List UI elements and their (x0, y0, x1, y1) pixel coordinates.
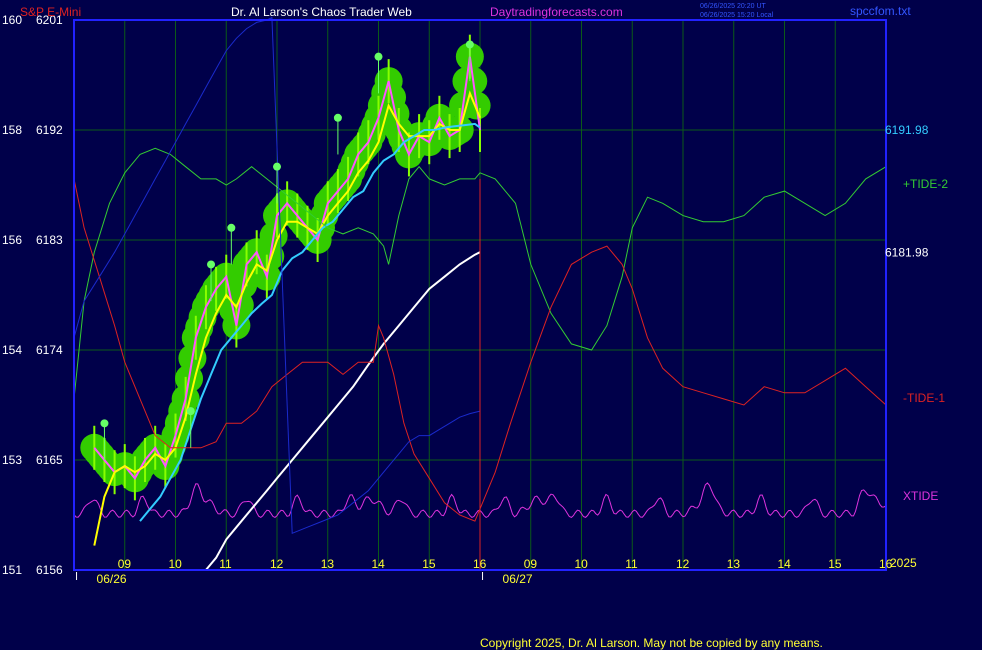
data-file-name: spccfom.txt (850, 4, 911, 18)
x-tick-label: 14 (372, 557, 386, 571)
y-tick-price: 6183 (36, 233, 63, 247)
signal-dot (273, 162, 281, 171)
x-tick-label: 15 (422, 557, 436, 571)
site-title: Dr. Al Larson's Chaos Trader Web (231, 5, 412, 19)
x-tick-label: 09 (524, 557, 538, 571)
ema-fast-line (93, 90, 481, 546)
x-tick-label: 14 (778, 557, 792, 571)
instrument-title: S&P E-Mini (20, 5, 81, 19)
x-tick-label: 16 (473, 557, 487, 571)
right-label: +TIDE-2 (903, 177, 948, 191)
date-label: 06/27 (503, 572, 533, 586)
x-tick-label: 15 (828, 557, 842, 571)
y-tick-left: 158 (2, 123, 22, 137)
right-label: XTIDE (903, 489, 938, 503)
x-tick-label: 12 (270, 557, 284, 571)
y-tick-left: 151 (2, 563, 22, 577)
right-label: 6191.98 (885, 123, 929, 137)
signal-dot (186, 407, 195, 416)
x-tick-label: 09 (118, 557, 132, 571)
y-tick-price: 6165 (36, 453, 63, 467)
x-tick-label: 10 (575, 557, 589, 571)
signal-dot (333, 113, 342, 122)
right-label: 6181.98 (885, 245, 929, 259)
x-tick-label: 10 (169, 557, 183, 571)
x-tick-label: 11 (219, 557, 232, 571)
chart: 160 6201158 6192156 6183154 6174153 6165151 61… (2, 3, 948, 650)
y-tick-price: 6174 (36, 343, 63, 357)
x-tick-label: 13 (727, 557, 741, 571)
timestamp-ut: 06/26/2025 20:20 UT (700, 3, 766, 10)
right-label: -TIDE-1 (903, 391, 945, 405)
y-tick-left: 153 (2, 453, 22, 467)
y-tick-left: 154 (2, 343, 22, 357)
timestamp-local: 06/26/2025 15:20 Local (700, 12, 774, 19)
x-tick-label: 13 (321, 557, 335, 571)
signal-dot (465, 40, 474, 49)
x-tick-label: 12 (676, 557, 690, 571)
site-url: Daytradingforecasts.com (490, 5, 623, 19)
y-tick-left: 156 (2, 233, 22, 247)
x-tick-label: 11 (625, 557, 638, 571)
signal-dot (227, 223, 236, 232)
y-tick-price: 6156 (36, 563, 63, 577)
copyright-text: Copyright 2025, Dr. Al Larson. May not b… (480, 636, 823, 650)
signal-dot (100, 419, 109, 428)
year-label: 2025 (890, 556, 917, 570)
signal-dot (207, 260, 216, 269)
signal-dot (374, 52, 383, 61)
y-tick-price: 6192 (36, 123, 63, 137)
date-label: 06/26 (97, 572, 127, 586)
